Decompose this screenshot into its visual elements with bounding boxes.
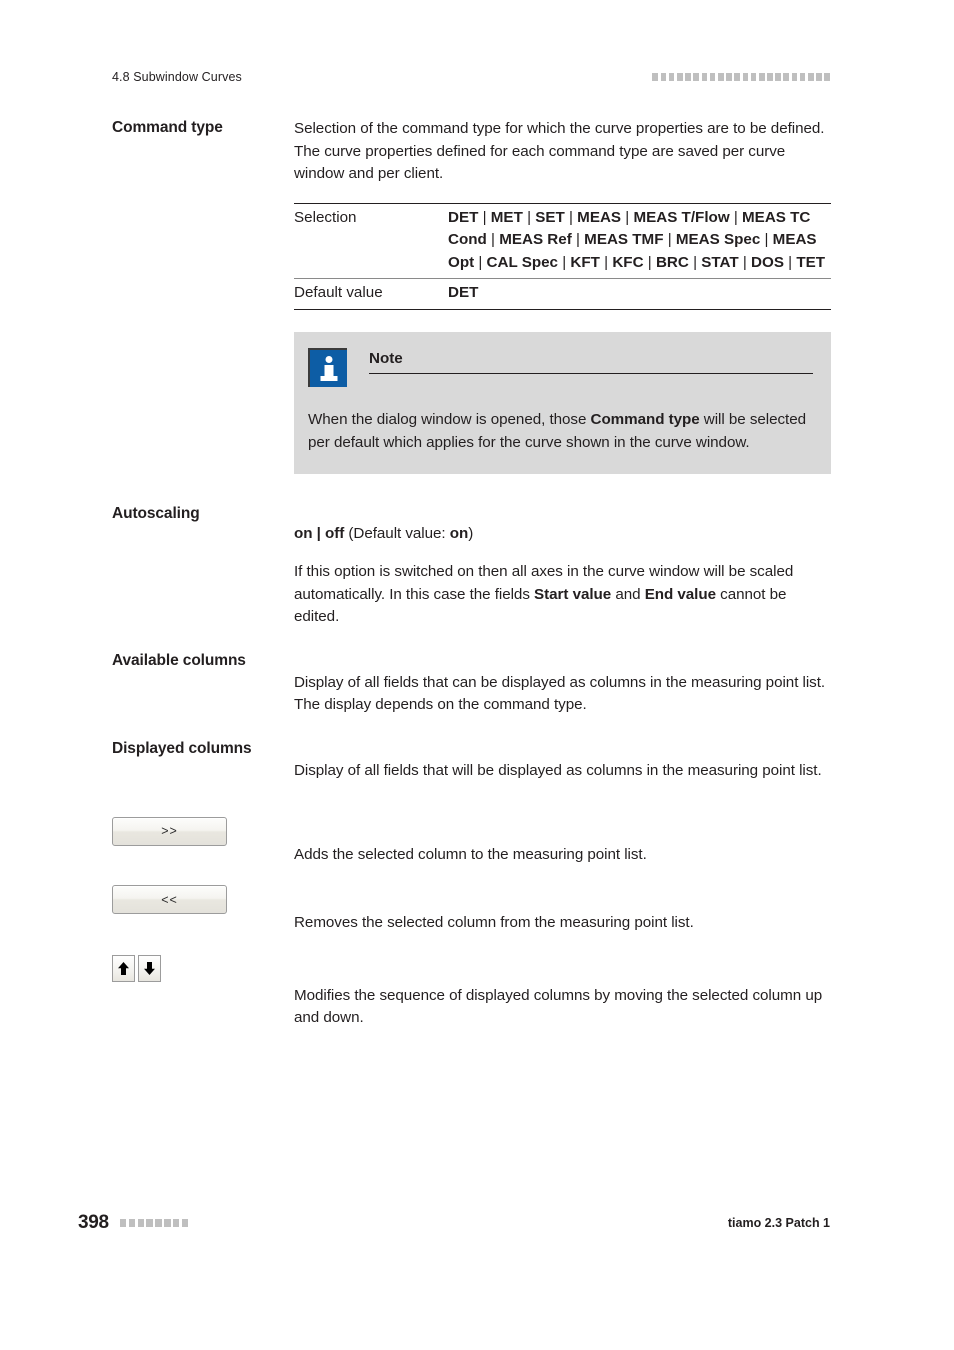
note-title: Note	[369, 350, 813, 375]
section-label-column: Command type	[112, 118, 294, 137]
autoscaling-default-prefix: (Default value:	[344, 525, 450, 543]
remove-column-button[interactable]: <<	[112, 885, 227, 915]
note-title-wrap: Note	[369, 348, 813, 375]
control-button-column	[112, 954, 294, 982]
page-number: 398	[78, 1212, 109, 1233]
section-label-column: Autoscaling	[112, 504, 294, 523]
control-description-column: Removes the selected column from the mea…	[294, 885, 830, 935]
section-body-column: on | off (Default value: on) If this opt…	[294, 504, 830, 628]
section-command-type: Command type Selection of the command ty…	[112, 118, 831, 475]
spec-key-selection: Selection	[294, 208, 357, 226]
term-command-type: Command type	[112, 119, 223, 136]
autoscaling-desc-2: and	[611, 585, 645, 603]
control-row-add: >> Adds the selected column to the measu…	[112, 816, 830, 867]
move-down-button[interactable]	[138, 954, 161, 982]
section-autoscaling: Autoscaling on | off (Default value: on)…	[112, 504, 830, 628]
autoscaling-default-value: on	[449, 525, 469, 543]
header-section-title: 4.8 Subwindow Curves	[112, 70, 242, 84]
autoscaling-default-suffix: )	[468, 525, 474, 543]
spec-value-default-value: DET	[448, 283, 479, 301]
control-button-column: >>	[112, 816, 294, 846]
header-square-rule	[652, 73, 830, 81]
available-columns-description: Display of all fields that can be displa…	[294, 673, 826, 714]
control-row-remove: << Removes the selected column from the …	[112, 885, 830, 935]
autoscaling-description: If this option is switched on then all a…	[294, 561, 830, 629]
page-content: Command type Selection of the command ty…	[112, 118, 831, 1030]
note-text: When the dialog window is opened, those …	[308, 409, 813, 454]
note-body: When the dialog window is opened, those …	[308, 409, 813, 454]
term-autoscaling: Autoscaling	[112, 505, 200, 523]
arrow-down-icon	[143, 961, 156, 976]
reorder-description: Modifies the sequence of displayed colum…	[294, 986, 823, 1027]
control-description-column: Adds the selected column to the measurin…	[294, 817, 830, 867]
spec-row-default-value: Default value DET	[294, 277, 831, 310]
term-displayed-columns: Displayed columns	[112, 739, 252, 757]
section-body-column: Display of all fields that can be displa…	[294, 651, 830, 717]
note-text-before: When the dialog window is opened, those	[308, 411, 591, 429]
spec-value-selection: DET | MET | SET | MEAS | MEAS T/Flow | M…	[448, 208, 826, 271]
section-available-columns: Available columns Display of all fields …	[112, 651, 830, 717]
section-label-column: Displayed columns	[112, 739, 294, 758]
term-available-columns: Available columns	[112, 651, 246, 669]
displayed-columns-description: Display of all fields that will be displ…	[294, 761, 822, 779]
add-column-button[interactable]: >>	[112, 816, 227, 846]
note-box: Note When the dialog window is opened, t…	[294, 332, 831, 475]
autoscaling-values: on | off (Default value: on)	[294, 523, 830, 546]
page-footer: 398 tiamo 2.3 Patch 1	[78, 1212, 830, 1234]
section-displayed-columns: Displayed columns Display of all fields …	[112, 739, 830, 783]
autoscaling-options: on | off	[294, 525, 345, 543]
section-body-column: Selection of the command type for which …	[294, 118, 831, 475]
reorder-button-group	[112, 954, 284, 982]
page-header: 4.8 Subwindow Curves	[112, 68, 830, 86]
note-text-emphasis: Command type	[590, 411, 700, 429]
info-icon	[308, 348, 347, 388]
note-header: Note	[308, 348, 813, 388]
control-description-column: Modifies the sequence of displayed colum…	[294, 955, 830, 1030]
spec-key-default-value: Default value	[294, 283, 383, 301]
page-folio: 398	[78, 1212, 189, 1234]
document-page: 4.8 Subwindow Curves Command type Select…	[0, 0, 954, 1350]
autoscaling-field-start-value: Start value	[534, 585, 612, 603]
autoscaling-field-end-value: End value	[644, 585, 716, 603]
footer-product-version: tiamo 2.3 Patch 1	[727, 1216, 830, 1230]
move-up-button[interactable]	[112, 954, 135, 982]
remove-column-description: Removes the selected column from the mea…	[294, 914, 694, 932]
control-row-reorder: Modifies the sequence of displayed colum…	[112, 954, 830, 1030]
section-label-column: Available columns	[112, 651, 294, 670]
add-column-description: Adds the selected column to the measurin…	[294, 845, 647, 863]
control-button-column: <<	[112, 885, 294, 915]
command-type-intro: Selection of the command type for which …	[294, 120, 825, 183]
footer-square-rule	[119, 1219, 189, 1227]
spec-row-selection: Selection DET | MET | SET | MEAS | MEAS …	[294, 204, 831, 278]
command-type-spec-table: Selection DET | MET | SET | MEAS | MEAS …	[294, 202, 831, 311]
arrow-up-icon	[117, 961, 130, 976]
section-body-column: Display of all fields that will be displ…	[294, 739, 830, 783]
